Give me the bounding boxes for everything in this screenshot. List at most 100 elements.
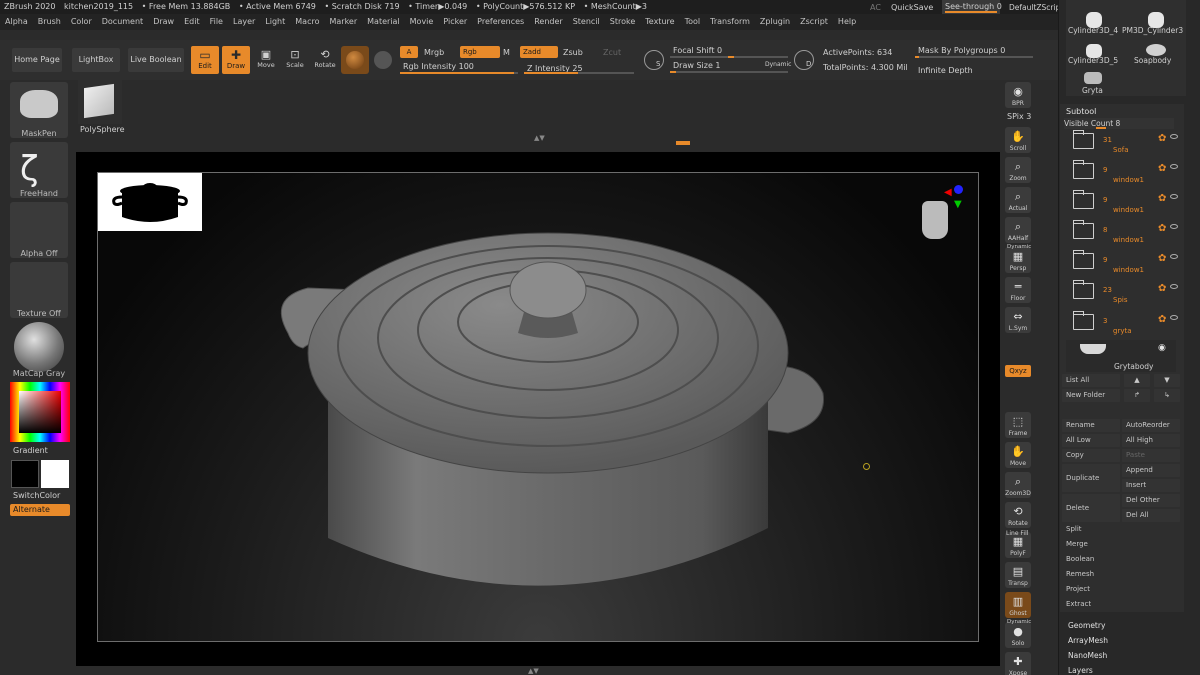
color-picker[interactable] [10,382,70,442]
scale-button[interactable]: ⊡ Scale [283,46,307,74]
menu-texture[interactable]: Texture [640,14,679,30]
subtool-row[interactable]: 23 Spis ✿ [1066,280,1178,306]
eye-icon[interactable] [1170,164,1178,169]
menu-color[interactable]: Color [66,14,97,30]
see-through-slider[interactable]: See-through 0 [942,0,1002,14]
gear-icon[interactable]: ✿ [1158,163,1166,174]
menu-zplugin[interactable]: Zplugin [755,14,795,30]
draw-button[interactable]: ✚ Draw [222,46,250,74]
rotate-button[interactable]: ⟲ Rotate [1005,502,1031,528]
menu-preferences[interactable]: Preferences [472,14,529,30]
zadd-button[interactable]: Zadd [520,46,558,58]
bottom-collapse-arrows-icon[interactable]: ▲▼ [528,667,539,675]
z-intensity-slider[interactable] [524,72,634,74]
move-button[interactable]: ✋ Move [1005,442,1031,468]
move-down-icon[interactable]: ↳ [1154,389,1180,402]
dynamic-label[interactable]: Dynamic [1007,619,1031,625]
menu-light[interactable]: Light [260,14,290,30]
append-button[interactable]: Append [1122,464,1180,477]
delete-button[interactable]: Delete [1062,494,1120,522]
eye-icon[interactable] [1170,194,1178,199]
rename-button[interactable]: Rename [1062,419,1120,432]
gear-icon[interactable]: ✿ [1158,283,1166,294]
del-other-button[interactable]: Del Other [1122,494,1180,507]
rgb-button[interactable]: Rgb [460,46,500,58]
linefill-label[interactable]: Line Fill [1006,530,1028,537]
mask-polygroups-slider[interactable] [915,56,1033,58]
mrgb-button[interactable]: Mrgb [424,48,444,57]
zcut-button[interactable]: Zcut [603,48,621,57]
gizmo-head[interactable]: ◀ ▼ [918,185,968,247]
zoom-button[interactable]: ⌕ Zoom [1005,157,1031,183]
insert-button[interactable]: Insert [1122,479,1180,492]
material-swatch[interactable] [341,46,369,74]
menu-alpha[interactable]: Alpha [0,14,33,30]
rotate-button[interactable]: ⟲ Rotate [312,46,338,74]
menu-edit[interactable]: Edit [179,14,205,30]
action-split[interactable]: Split [1066,525,1082,533]
subtool-title[interactable]: Subtool [1066,107,1096,116]
gryta-thumb[interactable] [1084,72,1102,84]
menu-movie[interactable]: Movie [405,14,439,30]
scroll-button[interactable]: ✋ Scroll [1005,127,1031,153]
collapse-arrows-icon[interactable]: ▲▼ [534,134,550,142]
action-merge[interactable]: Merge [1066,540,1088,548]
tool-thumb[interactable] [78,80,122,124]
dynamic-label[interactable]: Dynamic [1007,244,1031,250]
gear-icon[interactable]: ✿ [1158,223,1166,234]
menu-transform[interactable]: Transform [705,14,755,30]
menu-document[interactable]: Document [97,14,148,30]
visible-count-slider[interactable]: Visible Count 8 [1064,118,1174,129]
timeline-marker[interactable] [676,141,690,145]
xpose-button[interactable]: ✚ Xpose [1005,652,1031,675]
section-layers[interactable]: Layers [1068,666,1093,675]
paste-button[interactable]: Paste [1122,449,1180,462]
menu-tool[interactable]: Tool [680,14,706,30]
dynamic-toggle[interactable]: Dynamic [765,61,791,68]
soap-thumb[interactable] [1146,44,1166,56]
subtool-row[interactable]: 9 window1 ✿ [1066,250,1178,276]
document-canvas[interactable]: ◀ ▼ [97,172,979,642]
floor-button[interactable]: ═ Floor [1005,277,1031,303]
all-high-button[interactable]: All High [1122,434,1180,447]
menu-stencil[interactable]: Stencil [568,14,605,30]
lightbox-button[interactable]: LightBox [72,48,120,72]
infinite-depth-button[interactable]: Infinite Depth [918,66,973,75]
secondary-color-swatch[interactable] [41,460,69,488]
stroke-s-icon[interactable]: S [644,50,664,70]
m-button[interactable]: M [503,48,510,57]
menu-render[interactable]: Render [529,14,567,30]
subtool-row[interactable]: 9 window1 ✿ [1066,160,1178,186]
action-boolean[interactable]: Boolean [1066,555,1094,563]
menu-stroke[interactable]: Stroke [605,14,641,30]
arrow-up-icon[interactable]: ▲ [1124,374,1150,387]
aahalf-button[interactable]: ⌕ AAHalf [1005,217,1031,243]
selected-subtool[interactable]: ◉ Grytabody [1066,340,1176,372]
menu-marker[interactable]: Marker [324,14,362,30]
spix-slider[interactable]: SPix 3 [1007,112,1031,121]
subtool-row[interactable]: 31 Sofa ✿ [1066,130,1178,156]
section-geometry[interactable]: Geometry [1068,621,1105,630]
menu-layer[interactable]: Layer [228,14,260,30]
eye-icon[interactable] [1170,224,1178,229]
rgb-intensity-slider[interactable] [400,72,518,74]
del-all-button[interactable]: Del All [1122,509,1180,522]
arrow-down-icon[interactable]: ▼ [1154,374,1180,387]
main-color-swatch[interactable] [11,460,39,488]
gear-icon[interactable]: ✿ [1158,193,1166,204]
move-button[interactable]: ▣ Move [254,46,278,74]
xyz-button[interactable]: Qxyz [1005,365,1031,377]
section-nanomesh[interactable]: NanoMesh [1068,651,1107,660]
new-folder-button[interactable]: New Folder [1062,389,1120,402]
a-button[interactable]: A [400,46,418,58]
menu-brush[interactable]: Brush [33,14,66,30]
action-project[interactable]: Project [1066,585,1090,593]
copy-button[interactable]: Copy [1062,449,1120,462]
eye-icon[interactable] [1170,254,1178,259]
eye-icon[interactable]: ◉ [1158,343,1166,353]
gradient-label[interactable]: Gradient [13,446,48,455]
menu-draw[interactable]: Draw [148,14,179,30]
edit-button[interactable]: ▭ Edit [191,46,219,74]
eye-icon[interactable] [1170,315,1178,320]
stroke-d-icon[interactable]: D [794,50,814,70]
